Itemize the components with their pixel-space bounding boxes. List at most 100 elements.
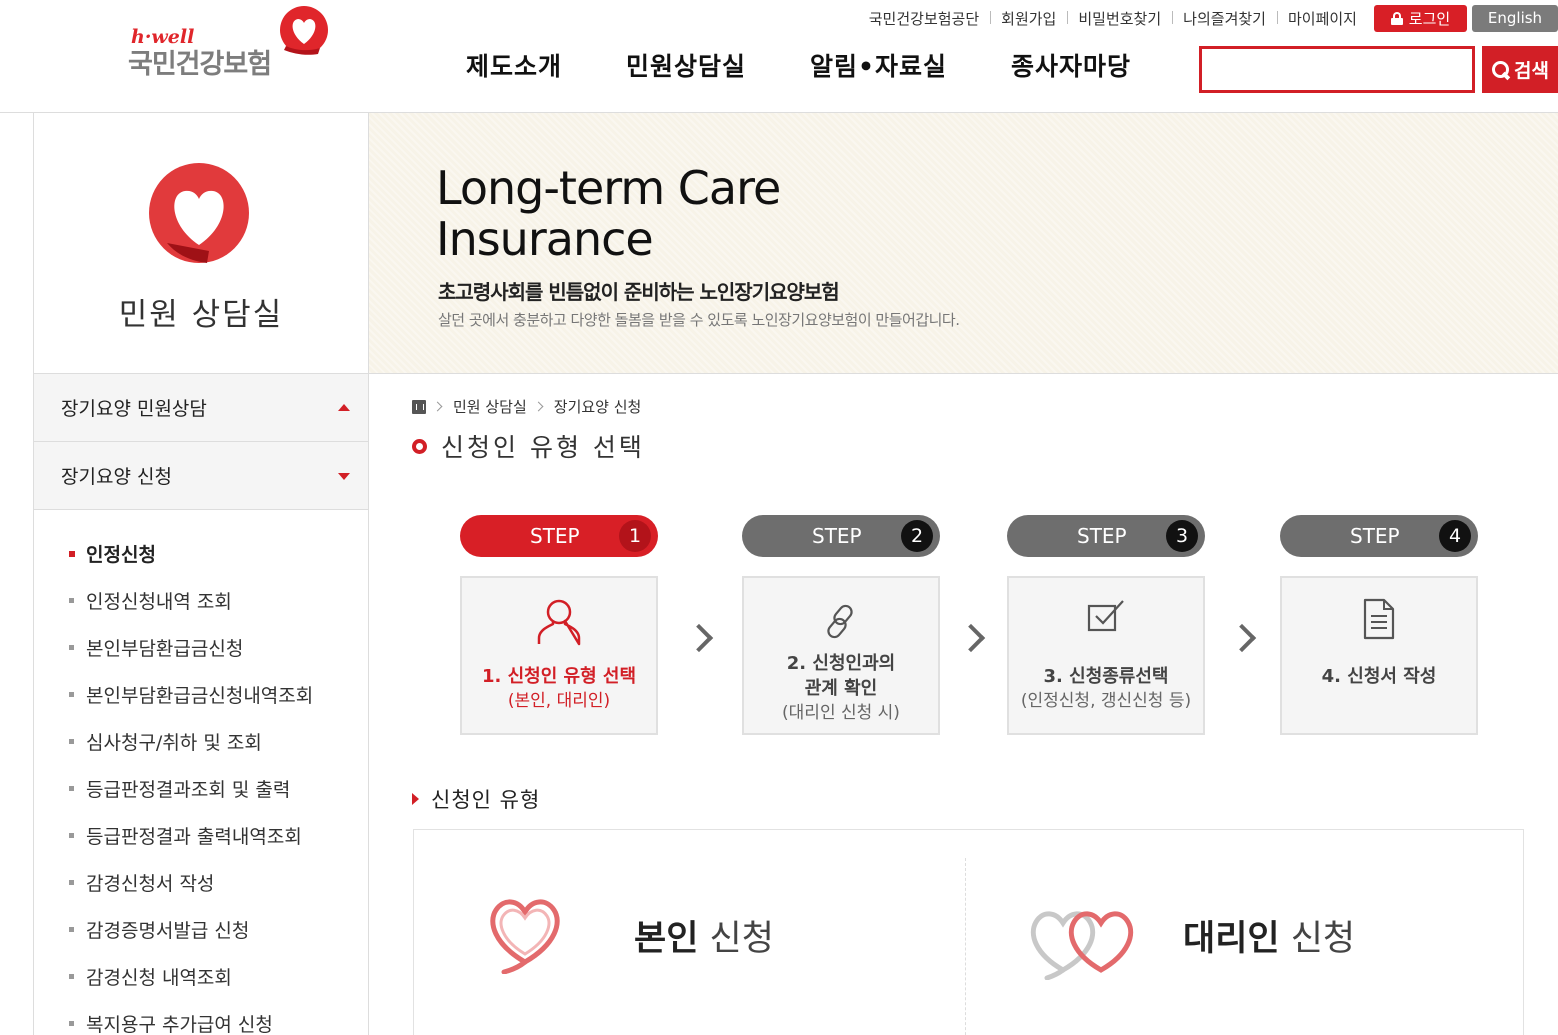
chevron-right-icon [693,625,707,647]
link-icon [827,604,853,639]
breadcrumb-item[interactable]: 장기요양 신청 [554,396,642,417]
submenu-label: 본인부담환급금신청 [86,638,244,660]
bullet-icon [69,692,74,697]
applicant-type-panel: 본인 신청 대리인 신청 [413,829,1524,1035]
bullet-icon [69,974,74,979]
logo-name: 국민건강보험 [128,49,272,80]
util-link-mypage[interactable]: 마이페이지 [1276,8,1368,29]
step-label: STEP [1350,524,1400,548]
caret-up-icon [338,404,350,411]
chevron-right-icon [432,401,443,412]
banner-title-line1: Long-term Care [436,161,781,215]
submenu-item-certification[interactable]: 인정신청 [34,530,368,577]
submenu-label: 감경증명서발급 신청 [86,920,250,942]
nav-item-workers[interactable]: 종사자마당 [1011,47,1131,83]
submenu-item-grade-print-history[interactable]: 등급판정결과 출력내역조회 [34,812,368,859]
step-label: STEP [530,524,580,548]
step-3: STEP 3 3. 신청종류선택 (인정신청, 갱신신청 등) [1007,515,1205,735]
step-subtitle: (인정신청, 갱신신청 등) [1020,691,1192,711]
step-subtitle: (대리인 신청 시) [782,703,900,723]
ring-bullet-icon [412,438,427,454]
submenu-item-reduction-history[interactable]: 감경신청 내역조회 [34,953,368,1000]
breadcrumb: 민원 상담실 장기요양 신청 [412,396,641,417]
step-subtitle: (본인, 대리인) [507,691,611,711]
submenu-item-refund[interactable]: 본인부담환급금신청 [34,624,368,671]
chevron-right-icon [1236,625,1250,647]
section-title: 신청인 유형 [431,788,541,812]
self-apply-option[interactable]: 본인 신청 [414,830,964,1030]
search-input[interactable] [1199,46,1475,93]
hero-banner: Long-term Care Insurance 초고령사회를 빈틈없이 준비하… [369,113,1558,374]
triangle-right-icon [412,793,419,805]
nav-item-notice[interactable]: 알림•자료실 [810,47,947,83]
util-link-signup[interactable]: 회원가입 [990,8,1067,29]
banner-title: Long-term Care Insurance [436,161,781,266]
step-pill: STEP 3 [1007,515,1205,557]
login-label: 로그인 [1408,9,1451,28]
step-number: 4 [1439,520,1471,552]
sidebar-menu-ltc-apply[interactable]: 장기요양 신청 [34,442,368,510]
step-pill: STEP 2 [742,515,940,557]
site-header: h·well 국민건강보험 국민건강보험공단 회원가입 비밀번호찾기 나의즐겨찾… [0,0,1558,113]
submenu-item-review[interactable]: 심사청구/취하 및 조회 [34,718,368,765]
step-box: 4. 신청서 작성 [1280,576,1478,735]
sidebar-menu-ltc-consult[interactable]: 장기요양 민원상담 [34,374,368,442]
util-link-nhis[interactable]: 국민건강보험공단 [858,8,990,29]
bullet-icon [69,833,74,838]
step-number: 3 [1166,520,1198,552]
submenu-item-reduction-cert[interactable]: 감경증명서발급 신청 [34,906,368,953]
bullet-icon [69,739,74,744]
step-title-line2: 관계 확인 [804,678,878,699]
home-icon[interactable] [412,399,426,414]
step-box: 3. 신청종류선택 (인정신청, 갱신신청 등) [1007,576,1205,735]
submenu-item-grade-result[interactable]: 등급판정결과조회 및 출력 [34,765,368,812]
nav-item-intro[interactable]: 제도소개 [466,47,562,83]
bullet-icon [69,598,74,603]
util-link-find-password[interactable]: 비밀번호찾기 [1067,8,1172,29]
type-rest: 신청 [698,919,774,959]
submenu-label: 심사청구/취하 및 조회 [86,732,262,754]
submenu-label: 등급판정결과조회 및 출력 [86,779,291,801]
submenu-label: 인정신청내역 조회 [86,591,232,613]
double-heart-icon [1030,911,1134,980]
login-button[interactable]: 로그인 [1374,4,1467,32]
util-link-favorites[interactable]: 나의즐겨찾기 [1172,8,1277,29]
caret-down-icon [338,473,350,480]
main-nav: 제도소개 민원상담실 알림•자료실 종사자마당 [466,47,1195,83]
bullet-icon [69,880,74,885]
submenu-item-certification-history[interactable]: 인정신청내역 조회 [34,577,368,624]
banner-description: 살던 곳에서 충분하고 다양한 돌봄을 받을 수 있도록 노인장기요양보험이 만… [438,311,960,329]
heart-emblem-icon [149,163,249,263]
submenu-label: 감경신청서 작성 [86,873,215,895]
sidebar-header: 민원 상담실 [34,113,368,374]
nav-item-consult[interactable]: 민원상담실 [626,47,746,83]
step-title: 4. 신청서 작성 [1321,666,1437,687]
step-2: STEP 2 2. 신청인과의 관계 확인 (대리인 신청 시) [742,515,940,735]
banner-title-line2: Insurance [436,212,654,266]
proxy-apply-label: 대리인 신청 [1183,910,1355,961]
step-box: 2. 신청인과의 관계 확인 (대리인 신청 시) [742,576,940,735]
submenu-item-reduction-form[interactable]: 감경신청서 작성 [34,859,368,906]
page-title-row: 신청인 유형 선택 [412,428,645,464]
bullet-icon [69,551,75,557]
self-apply-label: 본인 신청 [634,910,774,961]
english-button[interactable]: English [1472,4,1558,32]
heart-logo-icon [280,6,328,55]
sidebar-menu-label: 장기요양 민원상담 [61,398,207,420]
proxy-apply-option[interactable]: 대리인 신청 [966,830,1524,1030]
step-title: 1. 신청인 유형 선택 [481,666,637,687]
step-box: 1. 신청인 유형 선택 (본인, 대리인) [460,576,658,735]
breadcrumb-item[interactable]: 민원 상담실 [453,396,527,417]
submenu-item-refund-history[interactable]: 본인부담환급금신청내역조회 [34,671,368,718]
submenu-label: 등급판정결과 출력내역조회 [86,826,302,848]
type-rest: 신청 [1279,919,1356,959]
bullet-icon [69,786,74,791]
step-pill: STEP 1 [460,515,658,557]
step-number: 1 [619,520,651,552]
submenu-item-welfare-equipment[interactable]: 복지용구 추가급여 신청 [34,1000,368,1035]
search-button[interactable]: 검색 [1482,46,1558,93]
bullet-icon [69,927,74,932]
document-icon [1363,598,1395,640]
site-logo[interactable]: h·well 국민건강보험 [128,6,338,80]
type-bold: 대리인 [1183,919,1280,959]
